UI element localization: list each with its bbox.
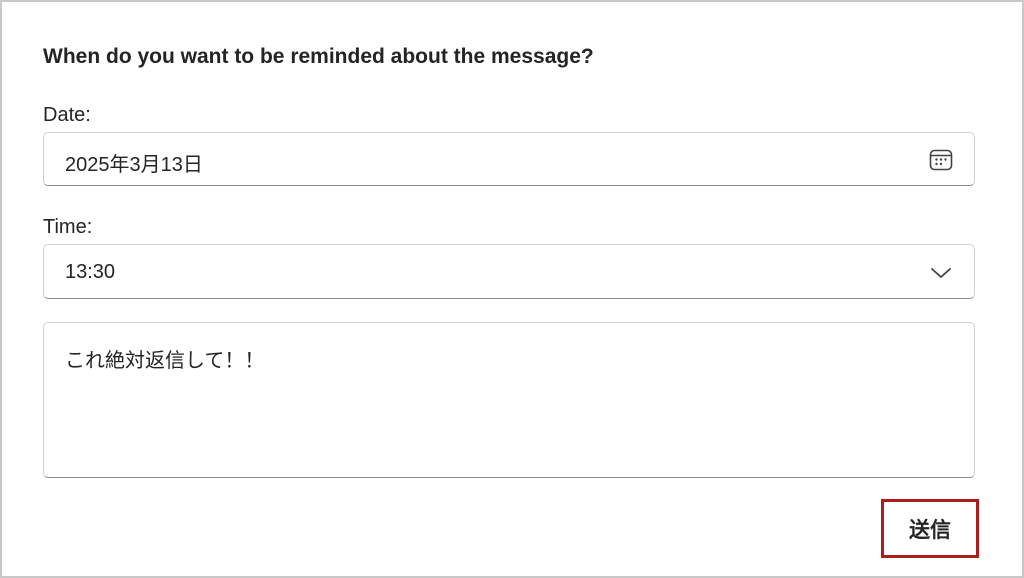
form-heading: When do you want to be reminded about th… bbox=[43, 45, 594, 68]
submit-button[interactable]: 送信 bbox=[881, 499, 979, 558]
reminder-card: When do you want to be reminded about th… bbox=[0, 0, 1024, 578]
submit-button-label: 送信 bbox=[909, 518, 951, 542]
time-label: Time: bbox=[43, 216, 93, 238]
chevron-down-icon[interactable] bbox=[928, 260, 954, 286]
calendar-icon[interactable] bbox=[928, 147, 954, 173]
date-label: Date: bbox=[43, 104, 91, 126]
date-picker-field[interactable]: 2025年3月13日 bbox=[43, 132, 975, 186]
time-value: 13:30 bbox=[65, 261, 116, 283]
message-value: これ絶対返信して！！ bbox=[65, 350, 265, 372]
date-value: 2025年3月13日 bbox=[65, 154, 203, 176]
time-dropdown[interactable]: 13:30 bbox=[43, 244, 975, 299]
message-textarea[interactable]: これ絶対返信して！！ bbox=[43, 322, 975, 478]
